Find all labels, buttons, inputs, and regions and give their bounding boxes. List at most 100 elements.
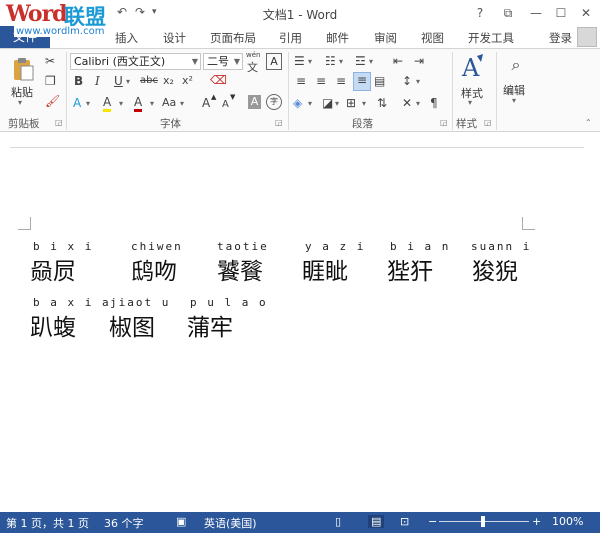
align-left-icon[interactable]: ≡ [296, 74, 306, 88]
maximize-button[interactable]: ☐ [551, 4, 571, 22]
text-effects-dropdown-icon[interactable]: ▾ [86, 99, 90, 108]
shading-icon[interactable]: ◪ [322, 96, 333, 110]
minimize-button[interactable]: — [526, 4, 546, 22]
highlight-button[interactable]: A [103, 95, 112, 112]
underline-button[interactable]: U [114, 74, 123, 88]
borders-dropdown-icon[interactable]: ▾ [362, 99, 366, 108]
styles-icon[interactable]: A [460, 52, 486, 82]
change-case-dropdown-icon[interactable]: ▾ [180, 99, 184, 108]
collapse-ribbon-icon[interactable]: ⌃ [585, 118, 592, 127]
hanzi-text[interactable]: 鸱吻 [131, 252, 177, 286]
read-mode-icon[interactable]: ▯ [335, 515, 341, 528]
tab-view[interactable]: 视图 [421, 30, 444, 46]
web-layout-icon[interactable]: ⊡ [400, 515, 409, 528]
proofing-icon[interactable]: ▣ [176, 515, 186, 528]
print-layout-icon[interactable]: ▤ [368, 515, 385, 528]
asian-typography-icon[interactable]: ✕ [402, 96, 412, 110]
increase-indent-icon[interactable]: ⇥ [414, 54, 424, 68]
numbering-dropdown-icon[interactable]: ▾ [339, 57, 343, 66]
change-case-button[interactable]: Aa [162, 96, 176, 110]
hanzi-text[interactable]: 狻猊 [472, 252, 518, 286]
font-launcher-icon[interactable]: ◲ [275, 118, 283, 127]
hanzi-text[interactable]: 赑屃 [30, 252, 76, 286]
chinese-layout-icon[interactable]: ◈ [293, 96, 302, 110]
asian-typography-dropdown-icon[interactable]: ▾ [416, 99, 420, 108]
zoom-out-button[interactable]: − [428, 515, 437, 528]
bold-button[interactable]: B [74, 74, 83, 88]
shading-dropdown-icon[interactable]: ▾ [335, 99, 339, 108]
phonetic-guide-button[interactable]: 文 [247, 59, 258, 75]
justify-icon[interactable]: ≡ [353, 72, 371, 91]
borders-icon[interactable]: ⊞ [346, 96, 356, 110]
close-button[interactable]: ✕ [576, 4, 596, 22]
language-status[interactable]: 英语(美国) [204, 515, 257, 531]
font-color-button[interactable]: A [134, 95, 143, 112]
clear-format-icon[interactable]: ⌫ [210, 73, 227, 87]
line-spacing-icon[interactable]: ↕ [402, 74, 412, 88]
editing-dropdown-icon[interactable]: ▾ [512, 96, 516, 105]
superscript-button[interactable]: x² [182, 74, 193, 88]
paragraph-launcher-icon[interactable]: ◲ [440, 118, 448, 127]
paste-dropdown-icon[interactable]: ▾ [18, 98, 22, 107]
bullets-dropdown-icon[interactable]: ▾ [308, 57, 312, 66]
hanzi-text[interactable]: 趴蝮 [30, 308, 76, 342]
distributed-icon[interactable]: ▤ [374, 74, 385, 88]
hanzi-text[interactable]: 蒲牢 [187, 308, 233, 342]
document-area[interactable] [0, 132, 600, 512]
hanzi-text[interactable]: 睚眦 [302, 252, 348, 286]
subscript-button[interactable]: x₂ [163, 74, 174, 88]
font-color-dropdown-icon[interactable]: ▾ [150, 99, 154, 108]
bullets-icon[interactable]: ☰ [294, 54, 305, 68]
highlight-dropdown-icon[interactable]: ▾ [119, 99, 123, 108]
multilevel-list-icon[interactable]: ☲ [355, 54, 366, 68]
multilevel-dropdown-icon[interactable]: ▾ [369, 57, 373, 66]
login-link[interactable]: 登录 [549, 30, 572, 46]
styles-launcher-icon[interactable]: ◲ [484, 118, 492, 127]
chinese-layout-dropdown-icon[interactable]: ▾ [308, 99, 312, 108]
shrink-font-button[interactable]: A [222, 98, 229, 112]
hanzi-text[interactable]: 饕餮 [217, 252, 263, 286]
align-center-icon[interactable]: ≡ [316, 74, 326, 88]
line-spacing-dropdown-icon[interactable]: ▾ [416, 77, 420, 86]
font-size-combo[interactable]: 二号 ▼ [203, 53, 243, 70]
zoom-level[interactable]: 100% [552, 515, 583, 528]
page-count[interactable]: 第 1 页，共 1 页 [6, 515, 89, 531]
copy-icon[interactable]: ❐ [45, 74, 56, 88]
separator [288, 52, 289, 130]
paste-icon[interactable] [12, 56, 34, 82]
clipboard-launcher-icon[interactable]: ◲ [55, 118, 63, 127]
hanzi-text[interactable]: 狴犴 [387, 252, 433, 286]
zoom-thumb[interactable] [481, 516, 485, 527]
text-effects-icon[interactable]: A [73, 96, 81, 110]
format-painter-icon[interactable]: 🖌 [45, 94, 60, 108]
strikethrough-button[interactable]: abc [140, 74, 158, 88]
font-name-combo[interactable]: Calibri (西文正文) ▼ [70, 53, 201, 70]
zoom-in-button[interactable]: + [532, 515, 541, 528]
ribbon-display-button[interactable]: ⧉ [498, 4, 518, 22]
tab-references[interactable]: 引用 [279, 30, 302, 46]
hanzi-text[interactable]: 椒图 [109, 308, 155, 342]
numbering-icon[interactable]: ☷ [325, 54, 336, 68]
tab-design[interactable]: 设计 [163, 30, 186, 46]
binoculars-icon[interactable]: ⌕ [505, 54, 527, 76]
enclose-char-button[interactable]: 字 [266, 94, 282, 110]
tab-insert[interactable]: 插入 [115, 30, 138, 46]
show-marks-icon[interactable]: ¶ [430, 96, 438, 110]
tab-developer[interactable]: 开发工具 [468, 30, 514, 46]
help-button[interactable]: ? [470, 4, 490, 22]
cut-icon[interactable]: ✂ [45, 54, 55, 68]
sort-icon[interactable]: ⇅ [377, 96, 387, 110]
word-count[interactable]: 36 个字 [104, 515, 144, 531]
decrease-indent-icon[interactable]: ⇤ [393, 54, 403, 68]
char-border-button[interactable]: A [266, 53, 282, 70]
tab-mailings[interactable]: 邮件 [326, 30, 349, 46]
grow-font-button[interactable]: A [202, 96, 210, 110]
align-right-icon[interactable]: ≡ [336, 74, 346, 88]
avatar[interactable] [577, 27, 597, 47]
char-shading-button[interactable]: A [248, 95, 261, 109]
underline-dropdown-icon[interactable]: ▾ [126, 77, 130, 86]
tab-review[interactable]: 审阅 [374, 30, 397, 46]
styles-dropdown-icon[interactable]: ▾ [468, 98, 472, 107]
italic-button[interactable]: I [95, 74, 100, 88]
tab-layout[interactable]: 页面布局 [210, 30, 256, 46]
